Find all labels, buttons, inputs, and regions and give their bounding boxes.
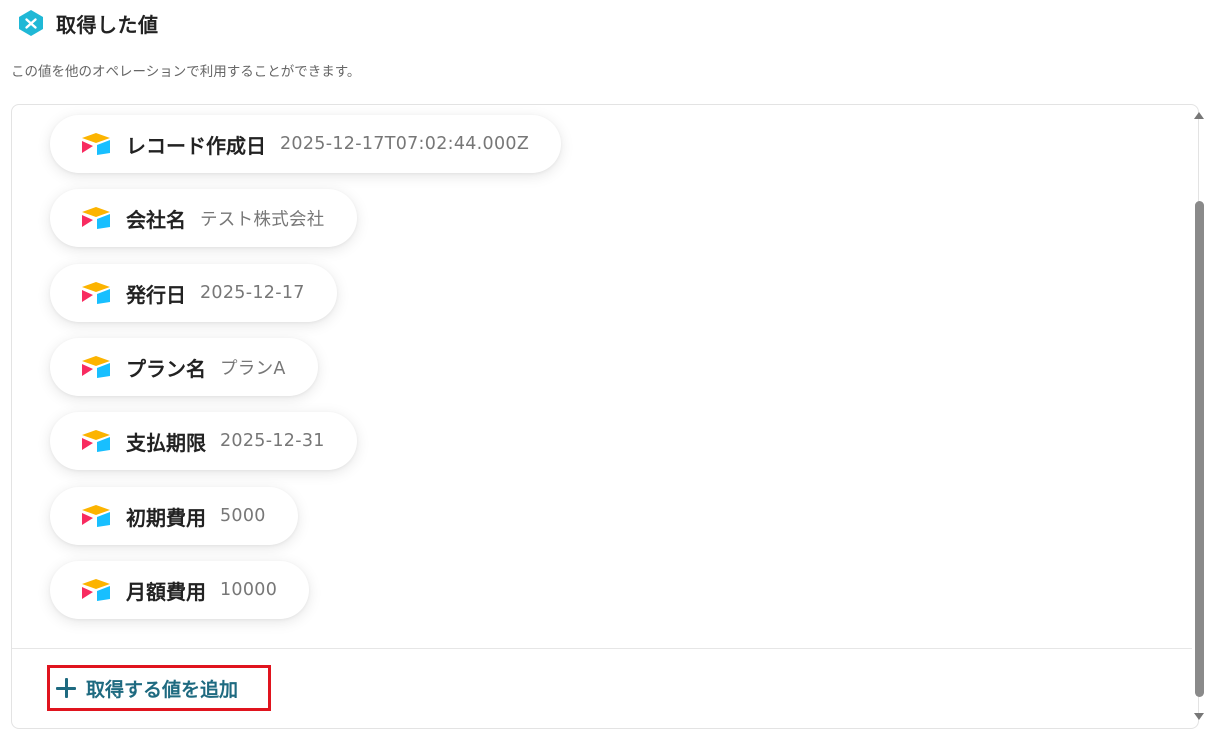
field-value: テスト株式会社	[200, 209, 325, 230]
field-value: 2025-12-17T07:02:44.000Z	[280, 134, 530, 154]
field-value: 2025-12-17	[200, 283, 305, 303]
airtable-icon	[80, 205, 114, 231]
field-name: プラン名	[126, 356, 206, 381]
field-value: プランA	[220, 358, 286, 379]
field-name: 初期費用	[126, 505, 206, 530]
field-value: 2025-12-31	[220, 431, 325, 451]
airtable-icon	[80, 280, 114, 306]
field-value: 5000	[220, 506, 266, 526]
field-name: 支払期限	[126, 430, 206, 455]
field-chip[interactable]: レコード作成日 2025-12-17T07:02:44.000Z	[50, 115, 562, 173]
scrollbar[interactable]	[1192, 104, 1206, 728]
values-list: レコード作成日 2025-12-17T07:02:44.000Z 会社名 テスト…	[12, 105, 1198, 648]
airtable-icon	[80, 577, 114, 603]
divider	[12, 648, 1192, 649]
header: 取得した値	[16, 8, 159, 38]
field-chip[interactable]: 発行日 2025-12-17	[50, 264, 337, 322]
scroll-up-arrow-icon[interactable]	[1194, 112, 1204, 119]
field-name: 月額費用	[126, 579, 206, 604]
field-chip[interactable]: 初期費用 5000	[50, 487, 298, 545]
add-value-button[interactable]: 取得する値を追加	[47, 665, 271, 711]
page-description: この値を他のオペレーションで利用することができます。	[11, 64, 361, 80]
field-name: 会社名	[126, 207, 186, 232]
field-chip[interactable]: プラン名 プランA	[50, 338, 318, 396]
values-panel: レコード作成日 2025-12-17T07:02:44.000Z 会社名 テスト…	[11, 104, 1199, 729]
plus-icon	[56, 678, 76, 698]
scrollbar-thumb[interactable]	[1195, 201, 1204, 697]
field-name: レコード作成日	[126, 133, 266, 158]
scroll-down-arrow-icon[interactable]	[1194, 713, 1204, 720]
field-value: 10000	[220, 580, 278, 600]
field-chip[interactable]: 会社名 テスト株式会社	[50, 189, 357, 247]
x-icon	[16, 8, 46, 38]
add-value-label: 取得する値を追加	[86, 678, 239, 701]
page-title: 取得した値	[56, 12, 159, 37]
airtable-icon	[80, 131, 114, 157]
field-chip[interactable]: 支払期限 2025-12-31	[50, 412, 357, 470]
airtable-icon	[80, 428, 114, 454]
airtable-icon	[80, 354, 114, 380]
field-chip[interactable]: 月額費用 10000	[50, 561, 310, 619]
airtable-icon	[80, 503, 114, 529]
field-name: 発行日	[126, 282, 186, 307]
